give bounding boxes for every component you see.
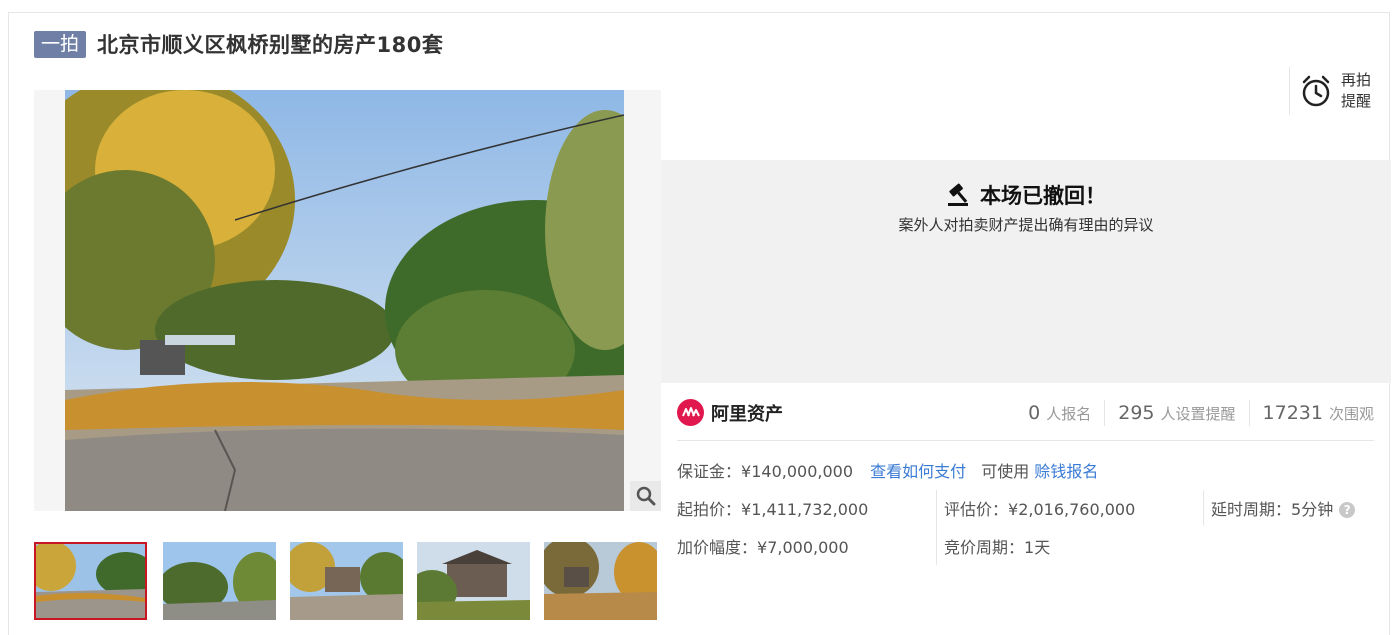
delay-period: 延时周期：5分钟?: [1211, 496, 1356, 520]
main-image-viewer[interactable]: [34, 90, 661, 511]
stat-value: 0: [1028, 402, 1041, 424]
bidding-cycle-label: 竞价周期: [944, 538, 1009, 557]
stat-reminders: 295 人设置提醒: [1104, 400, 1248, 426]
bidding-cycle: 竞价周期：1天: [944, 534, 1050, 558]
stat-value: 295: [1118, 402, 1155, 424]
page-title: 北京市顺义区枫桥别墅的房产180套: [97, 33, 444, 57]
separator: ：: [725, 500, 742, 519]
thumbnail-1[interactable]: [34, 542, 147, 620]
ali-assets-logo-icon: [677, 399, 704, 426]
starting-price: 起拍价：¥1,411,732,000: [677, 496, 868, 520]
separator: ：: [992, 500, 1009, 519]
stat-registrations: 0 人报名: [1015, 400, 1104, 426]
bid-increment-label: 加价幅度: [677, 538, 742, 557]
thumbnail-2[interactable]: [163, 542, 276, 620]
stat-value: 17231: [1262, 402, 1323, 424]
auction-status-panel: 本场已撤回！ 案外人对拍卖财产提出确有理由的异议: [661, 160, 1391, 383]
separator: ：: [1275, 500, 1292, 519]
reminder-label-line2: 提醒: [1341, 92, 1372, 110]
thumbnail-5[interactable]: [544, 542, 657, 620]
status-headline-row: 本场已撤回！: [661, 180, 1391, 210]
bidding-cycle-value: 1天: [1024, 538, 1051, 557]
property-photo: [65, 90, 624, 511]
starting-price-label: 起拍价: [677, 500, 726, 519]
withdrawal-reason: 案外人对拍卖财产提出确有理由的异议: [898, 216, 1154, 234]
reminder-label: 再拍 提醒: [1341, 70, 1371, 112]
delay-period-label: 延时周期: [1211, 500, 1276, 519]
column-divider: [936, 490, 937, 565]
separator: ：: [1008, 538, 1025, 557]
appraisal-price-label: 评估价: [944, 500, 993, 519]
separator: ：: [725, 462, 742, 481]
deposit-row: 保证金：¥140,000,000 查看如何支付 可使用 赊钱报名: [677, 458, 1098, 482]
thumbnail-strip: [34, 542, 661, 620]
how-to-pay-link[interactable]: 查看如何支付: [870, 462, 966, 481]
re-auction-reminder-button[interactable]: 再拍 提醒: [1289, 67, 1389, 115]
organization-name: 阿里资产: [711, 403, 783, 425]
stat-label: 次围观: [1328, 405, 1374, 423]
separator: ：: [741, 538, 758, 557]
title-row: 一拍 北京市顺义区枫桥别墅的房产180套: [34, 29, 443, 59]
stat-label: 人报名: [1046, 405, 1092, 423]
help-icon[interactable]: ?: [1339, 502, 1356, 518]
starting-price-value: ¥1,411,732,000: [741, 500, 869, 519]
deposit-label: 保证金: [677, 462, 726, 481]
credit-signup-link[interactable]: 赊钱报名: [1034, 462, 1098, 481]
appraisal-price-value: ¥2,016,760,000: [1008, 500, 1136, 519]
magnifier-icon: [636, 486, 655, 506]
stat-label: 人设置提醒: [1160, 405, 1236, 423]
organization-logo[interactable]: 阿里资产: [677, 399, 783, 426]
reminder-label-line1: 再拍: [1341, 71, 1372, 89]
column-divider: [1203, 490, 1204, 526]
bid-increment-value: ¥7,000,000: [757, 538, 849, 557]
status-headline: 本场已撤回！: [980, 184, 1106, 208]
auction-stats: 0 人报名 295 人设置提醒 17231 次围观: [1015, 399, 1374, 427]
deposit-value: ¥140,000,000: [741, 462, 853, 481]
zoom-button[interactable]: [630, 481, 661, 511]
thumbnail-3[interactable]: [290, 542, 403, 620]
organization-row: 阿里资产 0 人报名 295 人设置提醒 17231 次围观: [677, 397, 1374, 441]
delay-period-value: 5分钟: [1291, 500, 1334, 519]
appraisal-price: 评估价：¥2,016,760,000: [944, 496, 1135, 520]
alarm-clock-icon: [1302, 75, 1330, 107]
thumbnail-4[interactable]: [417, 542, 530, 620]
stat-views: 17231 次围观: [1248, 400, 1374, 426]
can-use-text: 可使用: [981, 462, 1030, 481]
bid-increment: 加价幅度：¥7,000,000: [677, 534, 849, 558]
auction-round-tag: 一拍: [34, 30, 87, 58]
gavel-icon: [948, 183, 968, 206]
